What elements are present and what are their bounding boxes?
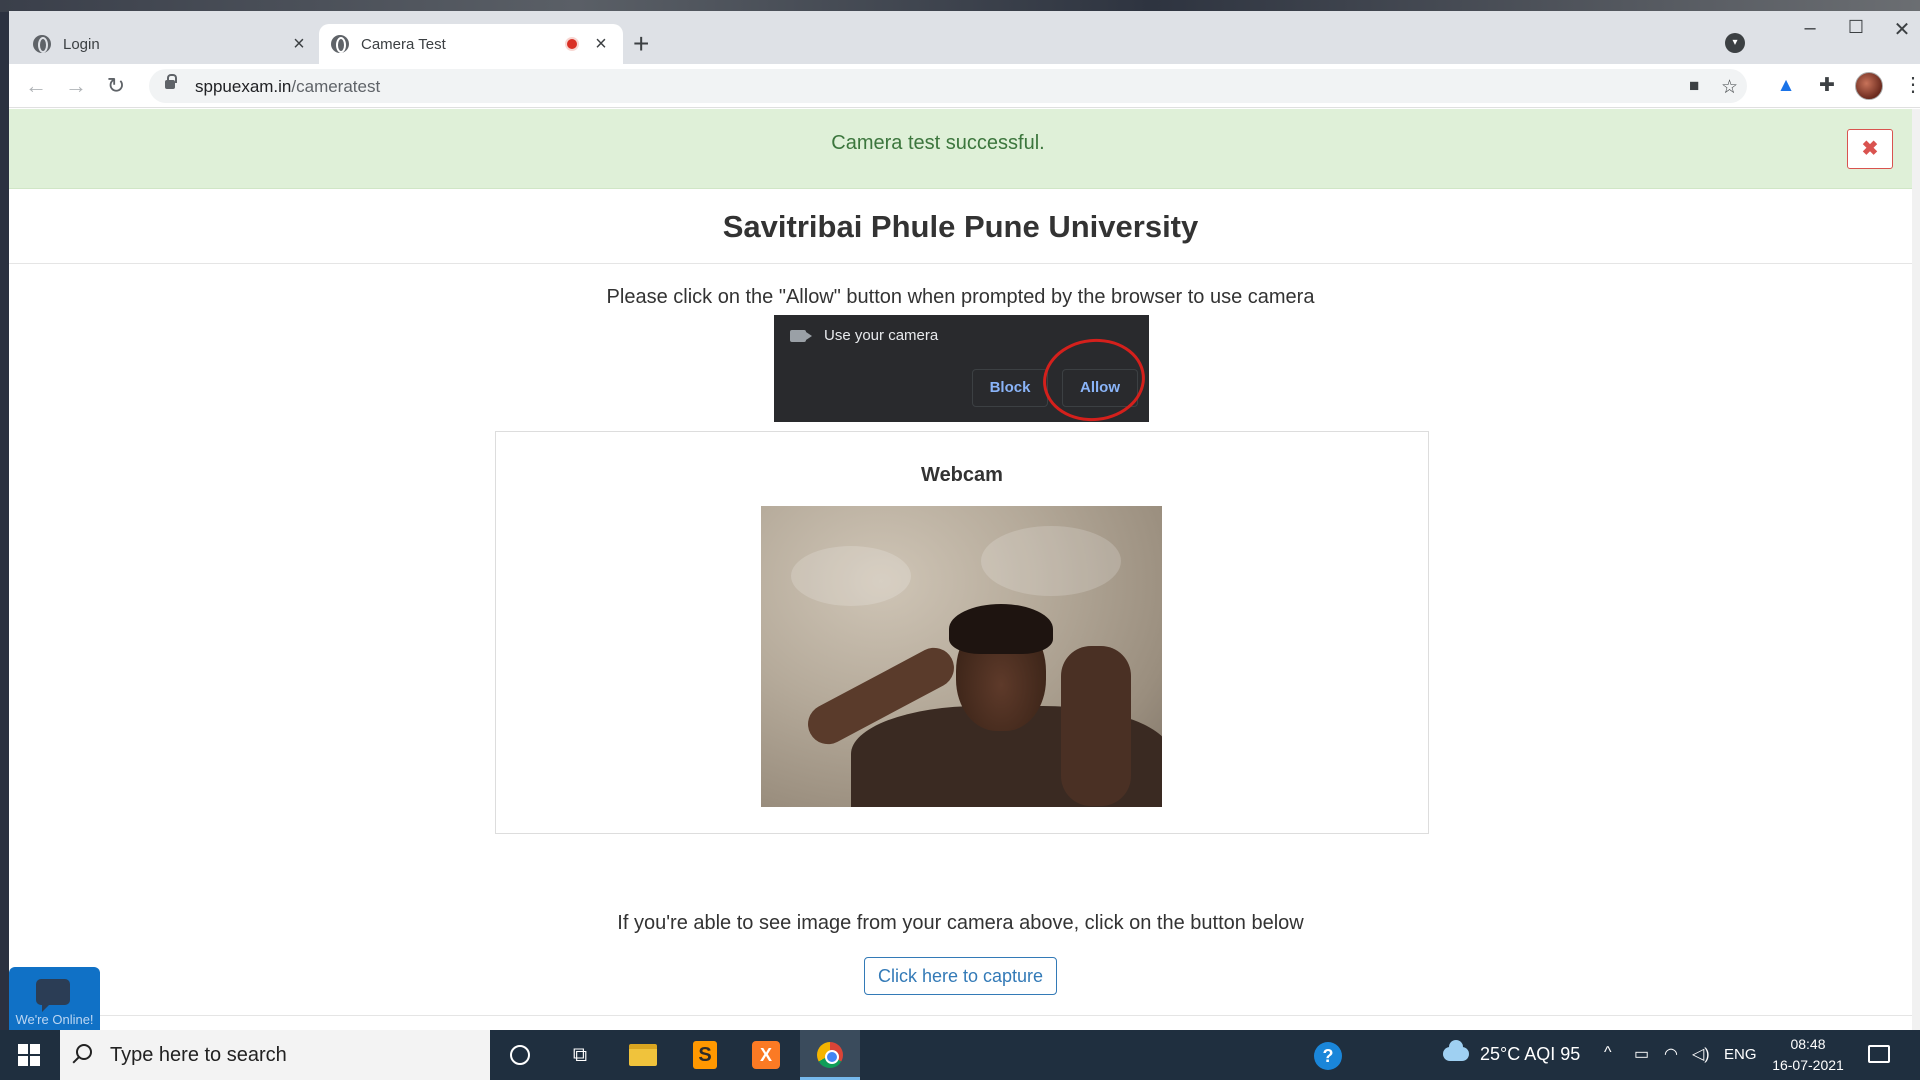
desktop-wallpaper-edge (0, 12, 9, 1030)
cortana-icon[interactable] (510, 1045, 530, 1065)
camera-icon (790, 330, 812, 342)
url-path: /cameratest (291, 77, 381, 96)
chevron-up-icon[interactable]: ^ (1604, 1044, 1612, 1062)
volume-icon[interactable]: ◁) (1692, 1044, 1710, 1064)
divider (100, 1015, 1912, 1016)
windows-start-icon[interactable] (18, 1044, 40, 1066)
globe-icon (331, 35, 349, 53)
clock-date: 16-07-2021 (1772, 1057, 1844, 1073)
file-explorer-icon[interactable] (629, 1044, 657, 1066)
divider (9, 263, 1912, 264)
globe-icon (33, 35, 51, 53)
chrome-icon (817, 1042, 843, 1068)
battery-icon[interactable]: ▭ (1634, 1044, 1649, 1064)
lock-icon[interactable] (165, 74, 177, 89)
camera-instruction: Please click on the "Allow" button when … (606, 286, 1315, 308)
highlight-circle (1038, 333, 1150, 427)
maximize-button[interactable]: ☐ (1836, 17, 1876, 38)
browser-toolbar: ← → ↻ sppuexam.in/cameratest ■ ☆ ▲ ✚ ⋮ (9, 64, 1920, 108)
page-title: Savitribai Phule Pune University (722, 209, 1199, 244)
address-bar[interactable]: sppuexam.in/cameratest ■ ☆ (149, 69, 1747, 103)
forward-arrow-icon[interactable]: → (62, 72, 90, 100)
extension-icon[interactable]: ▲ (1774, 74, 1798, 98)
menu-kebab-icon[interactable]: ⋮ (1903, 72, 1920, 97)
alert-close-button[interactable]: ✖ (1847, 129, 1893, 169)
notifications-icon[interactable] (1868, 1045, 1890, 1063)
clock-time: 08:48 (1790, 1036, 1826, 1052)
close-tab-icon[interactable]: × (289, 33, 309, 56)
bookmark-star-icon[interactable]: ☆ (1721, 76, 1738, 99)
close-window-button[interactable]: ✕ (1882, 17, 1920, 42)
page-content: Camera test successful. ✖ Savitribai Phu… (9, 109, 1920, 1030)
chat-bubble-icon (36, 979, 70, 1012)
tab-strip: Login × Camera Test × + ▾ – ☐ ✕ (9, 11, 1920, 64)
task-view-icon[interactable]: ⧉ (565, 1040, 595, 1070)
webcam-panel-title: Webcam (921, 464, 1003, 486)
tab-search-icon[interactable]: ▾ (1725, 33, 1745, 53)
search-placeholder: Type here to search (110, 1044, 287, 1066)
tab-title: Login (63, 35, 100, 53)
puzzle-extensions-icon[interactable]: ✚ (1815, 74, 1839, 98)
profile-avatar[interactable] (1855, 72, 1883, 100)
help-icon[interactable]: ? (1314, 1042, 1342, 1070)
wifi-icon[interactable]: ◠ (1664, 1044, 1678, 1064)
chat-widget-button[interactable]: We're Online! (9, 967, 100, 1030)
prompt-title: Use your camera (824, 327, 939, 344)
tab-title: Camera Test (361, 35, 446, 53)
capture-button[interactable]: Click here to capture (864, 957, 1057, 995)
capture-hint: If you're able to see image from your ca… (617, 912, 1304, 934)
back-arrow-icon[interactable]: ← (22, 72, 50, 100)
success-alert: Camera test successful. ✖ (9, 109, 1912, 189)
chrome-taskbar-button[interactable] (800, 1030, 860, 1080)
search-icon (76, 1044, 92, 1060)
url-domain: sppuexam.in (195, 77, 292, 96)
alert-message: Camera test successful. (831, 132, 1045, 154)
permission-prompt-image: Use your camera Block Allow (774, 315, 1150, 427)
chat-widget-label: We're Online! (15, 1012, 94, 1027)
minimize-button[interactable]: – (1790, 17, 1830, 40)
weather-text[interactable]: 25°C AQI 95 (1480, 1044, 1580, 1065)
browser-window: Login × Camera Test × + ▾ – ☐ ✕ ← → ↻ sp… (9, 11, 1920, 1030)
language-indicator[interactable]: ENG (1724, 1046, 1757, 1063)
scrollbar[interactable] (1912, 109, 1920, 1030)
wall-texture (791, 546, 911, 606)
person-hair (949, 604, 1053, 654)
prompt-block-label: Block (972, 369, 1048, 407)
weather-cloud-icon[interactable] (1443, 1040, 1469, 1061)
sublime-text-icon[interactable]: S (693, 1041, 717, 1069)
clock[interactable]: 08:48 16-07-2021 (1768, 1034, 1848, 1076)
tab-login[interactable]: Login × (21, 24, 321, 64)
wall-texture (981, 526, 1121, 596)
webcam-panel: Webcam (495, 431, 1429, 834)
url-text[interactable]: sppuexam.in/cameratest (195, 77, 380, 97)
webcam-feed (761, 506, 1162, 807)
camera-in-use-icon[interactable]: ■ (1689, 76, 1699, 96)
recording-indicator-icon (565, 37, 579, 51)
reload-icon[interactable]: ↻ (102, 72, 130, 100)
xampp-icon[interactable]: X (752, 1041, 780, 1069)
new-tab-button[interactable]: + (633, 30, 649, 58)
tab-camera-test[interactable]: Camera Test × (319, 24, 623, 64)
windows-taskbar: Type here to search ⧉ S X ? 25°C AQI 95 … (0, 1030, 1920, 1080)
taskbar-search-input[interactable]: Type here to search (60, 1030, 490, 1080)
close-tab-icon[interactable]: × (591, 33, 611, 56)
person-arm (1061, 646, 1131, 806)
